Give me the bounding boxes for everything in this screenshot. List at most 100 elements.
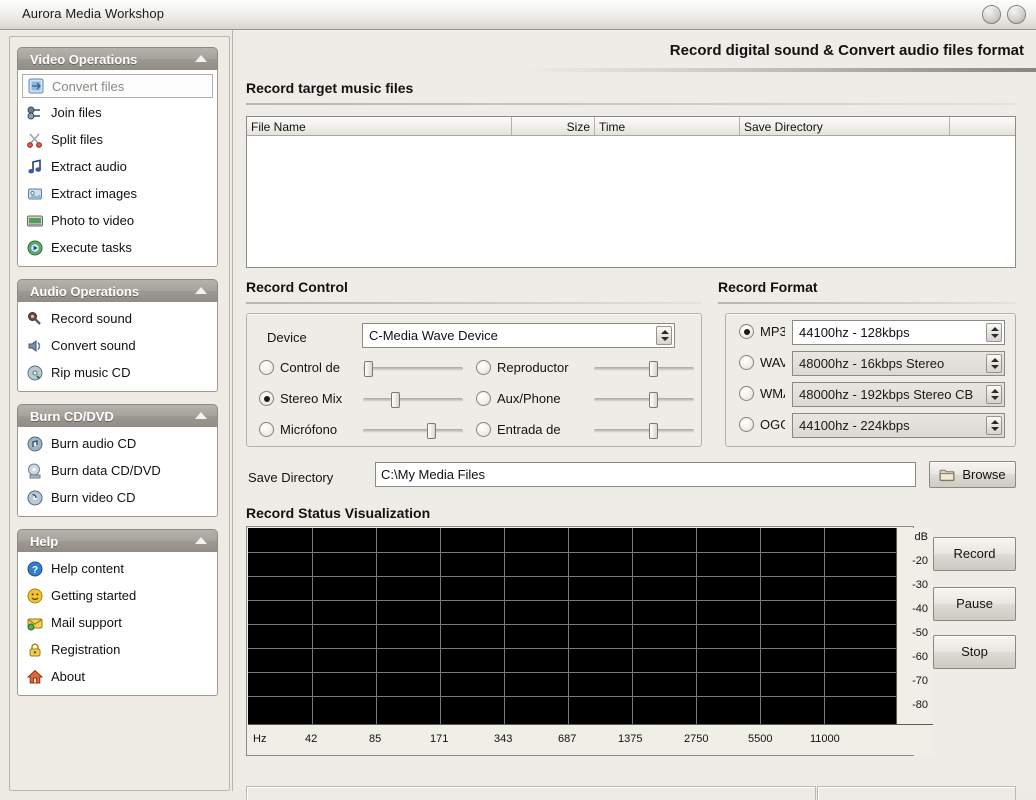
radio-format-ogg[interactable]: OGG [739,417,785,432]
hz-axis-tick: 85 [369,733,382,745]
radio-microfono[interactable]: Micrófono [259,422,354,437]
spinner-icon[interactable] [986,323,1002,342]
slider-thumb[interactable] [391,392,400,408]
hz-axis-tick: 1375 [618,733,643,745]
slider-thumb[interactable] [649,361,658,377]
slider-thumb[interactable] [427,423,436,439]
sidebar-item-help-content[interactable]: ? Help content [22,555,213,582]
sidebar-item-burn-data-cd-dvd[interactable]: Burn data CD/DVD [22,457,213,484]
sidebar-item-burn-audio-cd[interactable]: Burn audio CD [22,430,213,457]
slider-thumb[interactable] [364,361,373,377]
column-header-size[interactable]: Size [512,117,595,135]
sidebar-item-extract-images[interactable]: Extract images [22,180,213,207]
panel-header-video-operations[interactable]: Video Operations [17,47,218,70]
device-combobox[interactable]: C-Media Wave Device [362,323,675,348]
radio-button-icon [739,417,754,432]
quality-combobox-mp3[interactable]: 44100hz - 128kbps [792,320,1005,345]
sidebar-item-photo-to-video[interactable]: Photo to video [22,207,213,234]
chevron-up-icon[interactable] [195,287,207,294]
stop-button[interactable]: Stop [933,635,1016,669]
slider-aux-phone[interactable] [594,392,694,408]
sidebar-item-about[interactable]: About [22,663,213,690]
sidebar-item-execute-tasks[interactable]: Execute tasks [22,234,213,261]
gridline-vertical [696,528,697,724]
quality-combobox-ogg[interactable]: 44100hz - 224kbps [792,413,1005,438]
radio-label: Entrada de [497,422,561,437]
radio-aux-phone[interactable]: Aux/Phone [476,391,586,406]
gridline-vertical [504,528,505,724]
radio-control-de[interactable]: Control de [259,360,354,375]
slider-track [594,429,694,433]
sidebar-item-convert-sound[interactable]: Convert sound [22,332,213,359]
sidebar-item-join-files[interactable]: Join files [22,99,213,126]
radio-button-icon [739,386,754,401]
gridline-horizontal [248,600,896,601]
slider-entrada-de[interactable] [594,423,694,439]
spinner-icon[interactable] [986,385,1002,404]
sidebar-item-split-files[interactable]: Split files [22,126,213,153]
save-directory-input[interactable]: C:\My Media Files [375,462,916,487]
spinner-icon[interactable] [656,326,672,345]
slider-microfono[interactable] [363,423,463,439]
file-list[interactable]: File Name Size Time Save Directory [246,116,1016,268]
close-button[interactable] [1007,5,1026,24]
column-header-save-directory[interactable]: Save Directory [740,117,950,135]
slider-track [363,398,463,402]
sidebar-item-label: Photo to video [51,213,135,228]
slider-thumb[interactable] [649,423,658,439]
chevron-up-icon[interactable] [195,55,207,62]
panel-body-burn-cd-dvd: Burn audio CD Burn data CD/DVD Burn vide… [17,427,218,517]
chevron-up-icon[interactable] [195,537,207,544]
slider-track [594,367,694,371]
hz-axis-tick: 171 [430,733,449,745]
db-axis-tick: -80 [912,699,928,711]
sidebar-item-mail-support[interactable]: Mail support [22,609,213,636]
minimize-button[interactable] [982,5,1001,24]
radio-stereo-mix[interactable]: Stereo Mix [259,391,354,406]
quality-combobox-wma[interactable]: 48000hz - 192kbps Stereo CB [792,382,1005,407]
sidebar-item-rip-music-cd[interactable]: Rip music CD [22,359,213,386]
panel-header-help[interactable]: Help [17,529,218,552]
quality-value: 48000hz - 192kbps Stereo CB [799,387,974,402]
radio-format-wma[interactable]: WMA [739,386,785,401]
sidebar-item-convert-files[interactable]: Convert files [22,74,213,98]
sidebar-item-extract-audio[interactable]: Extract audio [22,153,213,180]
sidebar-item-burn-video-cd[interactable]: Burn video CD [22,484,213,511]
spinner-icon[interactable] [986,416,1002,435]
panel-header-audio-operations[interactable]: Audio Operations [17,279,218,302]
pause-button[interactable]: Pause [933,587,1016,621]
sidebar: Video Operations Convert files Join file… [9,36,230,791]
sidebar-panels: Video Operations Convert files Join file… [17,47,218,708]
panel-title: Video Operations [30,52,138,67]
record-button[interactable]: Record [933,537,1016,571]
radio-format-mp3[interactable]: MP3 [739,324,785,339]
burn-data-cd-icon [28,463,41,478]
panel-header-burn-cd-dvd[interactable]: Burn CD/DVD [17,404,218,427]
sidebar-item-getting-started[interactable]: Getting started [22,582,213,609]
gridline-horizontal [248,672,896,673]
gridline-horizontal [248,648,896,649]
browse-button[interactable]: Browse [929,461,1016,488]
sidebar-item-label: Split files [51,132,104,147]
column-header-file-name[interactable]: File Name [247,117,512,135]
sidebar-item-registration[interactable]: Registration [22,636,213,663]
slider-control-de[interactable] [363,361,463,377]
spinner-icon[interactable] [986,354,1002,373]
extract-images-icon [28,188,43,199]
chevron-up-icon[interactable] [195,412,207,419]
radio-reproductor[interactable]: Reproductor [476,360,586,375]
db-axis-tick: -70 [912,675,928,687]
radio-entrada-de[interactable]: Entrada de [476,422,586,437]
radio-label: Reproductor [497,360,569,375]
slider-stereo-mix[interactable] [363,392,463,408]
play-circle-icon [27,240,43,255]
radio-format-wav[interactable]: WAV [739,355,785,370]
device-label: Device [267,330,307,345]
column-header-time[interactable]: Time [595,117,740,135]
slider-thumb[interactable] [649,392,658,408]
quality-combobox-wav[interactable]: 48000hz - 16kbps Stereo [792,351,1005,376]
slider-reproductor[interactable] [594,361,694,377]
burn-video-cd-icon [27,490,43,505]
sidebar-item-record-sound[interactable]: Record sound [22,305,213,332]
sidebar-item-label: Extract audio [51,159,127,174]
